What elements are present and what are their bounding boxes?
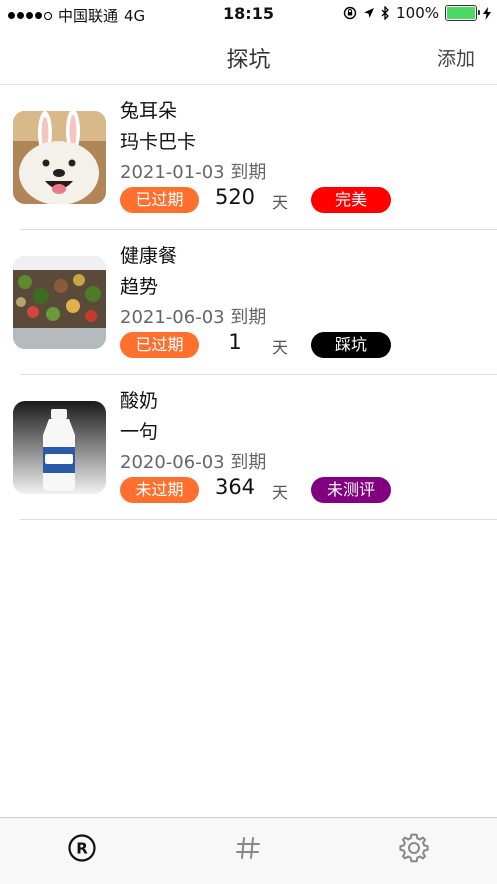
tab-settings[interactable] (394, 828, 434, 868)
item-expiry-date: 2021-06-03 到期 (120, 307, 267, 328)
item-brand: 玛卡巴卡 (120, 131, 197, 153)
tab-bar: R (0, 817, 497, 884)
status-badge: 已过期 (120, 332, 199, 358)
days-count: 1 (228, 330, 242, 354)
bluetooth-icon (381, 6, 390, 20)
item-name: 兔耳朵 (120, 100, 178, 122)
hashtag-icon (236, 837, 260, 859)
svg-text:R: R (76, 840, 88, 858)
item-thumbnail-salad (13, 256, 106, 349)
status-badge: 未过期 (120, 477, 199, 503)
list-item[interactable]: 健康餐 趋势 2021-06-03 到期 已过期 1 天 踩坑 (0, 230, 497, 375)
page-title: 探坑 (226, 48, 271, 73)
rotation-lock-icon (343, 6, 357, 20)
item-expiry-date: 2020-06-03 到期 (120, 452, 267, 473)
item-name: 健康餐 (120, 245, 178, 267)
days-count: 364 (214, 475, 256, 499)
days-unit: 天 (272, 483, 289, 502)
navigation-bar: 探坑 添加 (0, 30, 497, 85)
tab-tags[interactable] (228, 828, 268, 868)
item-thumbnail-yogurt (13, 401, 106, 494)
battery-percent: 100% (396, 4, 439, 22)
days-count: 520 (214, 185, 256, 209)
rating-badge: 踩坑 (311, 332, 391, 358)
status-bar: 中国联通 4G 18:15 100% (0, 0, 497, 30)
item-brand: 趋势 (120, 276, 159, 298)
rating-badge: 完美 (311, 187, 391, 213)
gear-icon (399, 833, 429, 863)
item-expiry-date: 2021-01-03 到期 (120, 162, 267, 183)
add-button[interactable]: 添加 (437, 44, 475, 71)
item-brand: 一句 (120, 421, 159, 443)
status-badge: 已过期 (120, 187, 199, 213)
list-item[interactable]: 酸奶 一句 2020-06-03 到期 未过期 364 天 未测评 (0, 375, 497, 520)
location-icon (364, 8, 375, 18)
battery-icon (445, 5, 480, 21)
status-right: 100% (343, 4, 491, 22)
item-name: 酸奶 (120, 390, 159, 412)
divider (20, 519, 497, 520)
item-thumbnail-dog (13, 111, 106, 204)
charging-icon (483, 6, 491, 20)
list-item[interactable]: 兔耳朵 玛卡巴卡 2021-01-03 到期 已过期 520 天 完美 (0, 85, 497, 230)
item-list: 兔耳朵 玛卡巴卡 2021-01-03 到期 已过期 520 天 完美 健康餐 … (0, 85, 497, 520)
days-unit: 天 (272, 338, 289, 357)
rating-badge: 未测评 (311, 477, 391, 503)
registered-icon: R (68, 834, 96, 862)
tab-home[interactable]: R (62, 828, 102, 868)
days-unit: 天 (272, 193, 289, 212)
